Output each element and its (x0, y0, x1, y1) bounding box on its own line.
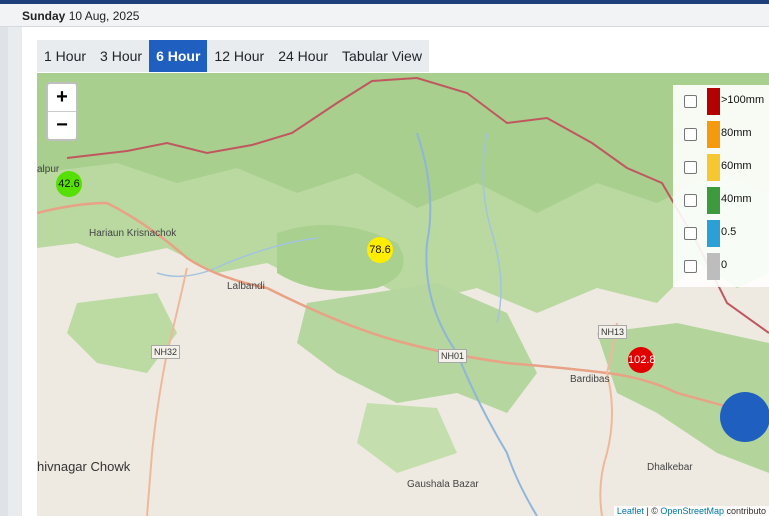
tab-1-hour[interactable]: 1 Hour (37, 40, 94, 72)
road-label-nh13: NH13 (598, 325, 628, 339)
openstreetmap-link[interactable]: OpenStreetMap (660, 506, 724, 516)
attribution-separator: | © (643, 506, 661, 516)
time-range-tabs: 1 Hour 3 Hour 6 Hour 12 Hour 24 Hour Tab… (37, 40, 429, 72)
map-attribution: Leaflet | © OpenStreetMap contributo (613, 506, 769, 516)
legend-item: 0.5 (673, 217, 769, 250)
day-label: Sunday (22, 9, 66, 23)
legend-swatch (707, 220, 720, 247)
legend-item: 80mm (673, 118, 769, 151)
tab-tabular-view[interactable]: Tabular View (335, 40, 429, 72)
legend-swatch (707, 187, 720, 214)
legend-label: >100mm (721, 94, 765, 106)
tab-12-hour[interactable]: 12 Hour (207, 40, 272, 72)
place-label-dhalkebar: Dhalkebar (647, 462, 693, 473)
place-label-bardibas: Bardibas (570, 374, 610, 385)
road-label-nh32: NH32 (151, 345, 181, 359)
tab-24-hour[interactable]: 24 Hour (271, 40, 336, 72)
road-label-nh01: NH01 (438, 349, 468, 363)
legend-swatch (707, 88, 720, 115)
legend-label: 0.5 (721, 226, 737, 238)
left-sidebar-strip (0, 27, 8, 516)
station-marker[interactable]: 42.6 (56, 171, 82, 197)
legend-label: 0 (721, 259, 728, 271)
zoom-control: + − (46, 82, 78, 141)
legend-item: 0 (673, 250, 769, 283)
legend-label: 60mm (721, 160, 752, 172)
date-label: 10 Aug, 2025 (68, 9, 140, 23)
leaflet-link[interactable]: Leaflet (617, 506, 644, 516)
tab-3-hour[interactable]: 3 Hour (93, 40, 150, 72)
legend-label: 40mm (721, 193, 752, 205)
legend-checkbox[interactable] (684, 260, 697, 273)
station-marker[interactable]: 78.6 (367, 237, 393, 263)
zoom-out-button[interactable]: − (48, 111, 76, 139)
legend-checkbox[interactable] (684, 95, 697, 108)
legend-checkbox[interactable] (684, 161, 697, 174)
tab-6-hour[interactable]: 6 Hour (149, 40, 208, 72)
legend-swatch (707, 253, 720, 280)
place-label-jalpur: alpur (37, 164, 60, 175)
legend-item: >100mm (673, 85, 769, 118)
legend-checkbox[interactable] (684, 128, 697, 141)
rainfall-legend: >100mm 80mm 60mm 40mm 0.5 0 (673, 85, 769, 287)
legend-checkbox[interactable] (684, 194, 697, 207)
floating-action-button[interactable] (720, 392, 769, 442)
attribution-contributors: contributo (723, 506, 766, 516)
legend-item: 40mm (673, 184, 769, 217)
legend-swatch (707, 121, 720, 148)
legend-checkbox[interactable] (684, 227, 697, 240)
legend-swatch (707, 154, 720, 181)
station-marker[interactable]: 102.8 (628, 347, 656, 373)
place-label-hariaun: Hariaun Krisnachok (89, 228, 177, 239)
place-label-shivnagar-chowk: hivnagar Chowk (37, 459, 131, 474)
zoom-in-button[interactable]: + (48, 84, 76, 111)
rainfall-map[interactable]: alpur Hariaun Krisnachok Lalbandi Bardib… (37, 73, 769, 516)
place-label-gaushala-bazar: Gaushala Bazar (407, 479, 479, 490)
date-header: Sunday 10 Aug, 2025 (0, 4, 769, 27)
legend-item: 60mm (673, 151, 769, 184)
legend-label: 80mm (721, 127, 752, 139)
place-label-lalbandi: Lalbandi (227, 281, 265, 292)
map-basemap (37, 73, 769, 516)
